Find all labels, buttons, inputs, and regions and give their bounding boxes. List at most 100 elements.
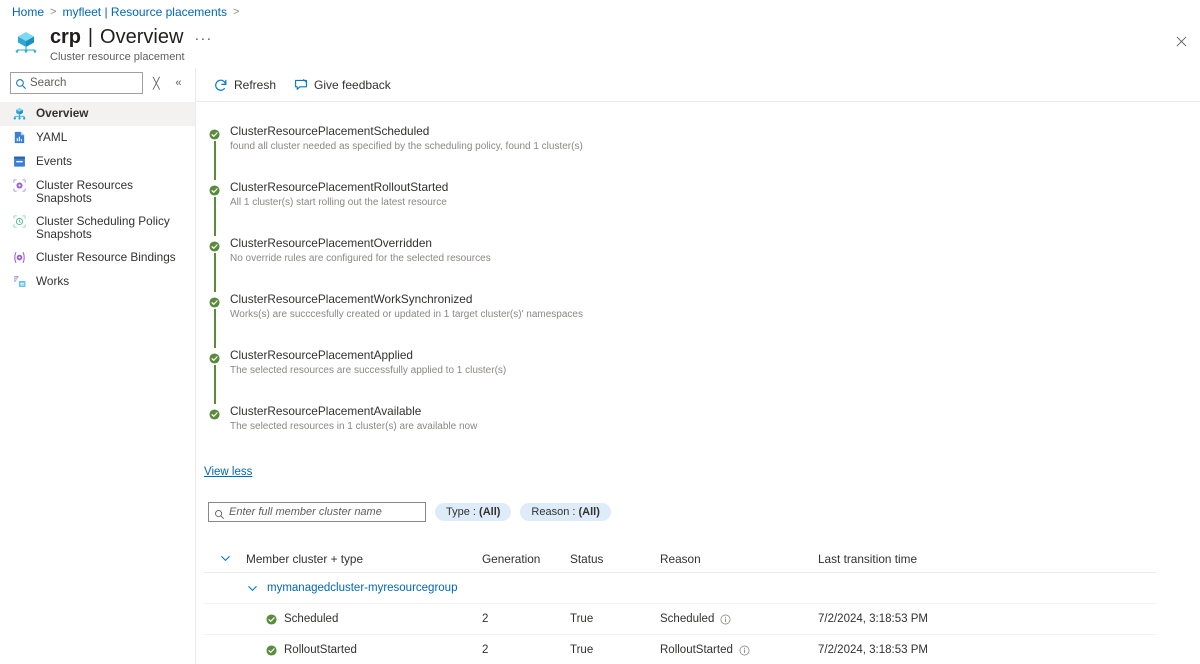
refresh-label: Refresh [234,78,276,92]
refresh-button[interactable]: Refresh [206,74,284,96]
breadcrumb-separator-icon-2: > [233,6,239,18]
page-title-block: crp | Overview ··· Cluster resource plac… [12,26,216,63]
view-less-link[interactable]: View less [204,466,252,478]
more-actions-button[interactable]: ··· [190,34,216,44]
filter-pill-type-label: Type : [446,506,479,518]
page-section-title: Overview [100,26,183,49]
collapse-panel-icon[interactable]: « [170,73,187,93]
timeline-body: ClusterResourcePlacementOverridden No ov… [230,236,491,292]
column-header-generation[interactable]: Generation [482,552,570,566]
refresh-icon [214,78,228,92]
cell-reason: RolloutStarted [660,644,818,656]
sidebar-item-works[interactable]: Works [0,270,195,294]
chevron-down-icon[interactable] [246,582,259,595]
column-header-reason[interactable]: Reason [660,552,818,566]
table-row[interactable]: RolloutStarted 2 True RolloutStarted [204,635,1156,664]
info-icon[interactable] [739,645,750,656]
sidebar-item-events[interactable]: Events [0,150,195,174]
yaml-icon [12,130,27,145]
timeline-description: No override rules are configured for the… [230,253,491,265]
sidebar-nav-list: Overview YAML [0,102,195,294]
timeline-item: ClusterResourcePlacementScheduled found … [204,124,1200,180]
timeline-item: ClusterResourcePlacementRolloutStarted A… [204,180,1200,236]
timeline-description: Works(s) are succcesfully created or upd… [230,309,583,321]
timeline-title: ClusterResourcePlacementAvailable [230,404,477,418]
timeline-connector [214,365,216,404]
condition-name-cell: RolloutStarted [246,644,482,656]
sidebar-item-label: Works [36,275,69,288]
timeline-gutter [204,124,230,180]
column-header-last-transition-time[interactable]: Last transition time [818,552,1068,566]
success-check-icon [209,239,220,250]
filter-pill-type[interactable]: Type : (All) [435,503,511,521]
column-header-member-cluster[interactable]: Member cluster + type [246,552,482,566]
condition-name: Scheduled [284,613,338,625]
timeline-title: ClusterResourcePlacementOverridden [230,236,491,250]
main-content: Refresh Give feedback [196,68,1200,664]
timeline-item: ClusterResourcePlacementApplied The sele… [204,348,1200,404]
sidebar-item-label: YAML [36,131,67,144]
command-bar: Refresh Give feedback [196,68,1200,102]
close-icon [1176,36,1187,47]
sidebar-item-cluster-resources-snapshots[interactable]: Cluster Resources Snapshots [0,174,195,210]
timeline-body: ClusterResourcePlacementScheduled found … [230,124,583,180]
timeline-connector [214,253,216,292]
title-divider: | [88,26,93,49]
timeline-description: All 1 cluster(s) start rolling out the l… [230,197,448,209]
success-check-icon [209,407,220,418]
success-check-icon [209,127,220,138]
timeline-title: ClusterResourcePlacementApplied [230,348,506,362]
table-row[interactable]: Scheduled 2 True Scheduled 7/2/2024 [204,604,1156,635]
expand-all-button[interactable] [204,552,246,565]
collapse-tree-icon[interactable]: ╳ [148,73,165,93]
give-feedback-button[interactable]: Give feedback [286,74,399,96]
sidebar-item-cluster-resource-bindings[interactable]: Cluster Resource Bindings [0,246,195,270]
success-check-icon [209,183,220,194]
search-input[interactable] [30,77,140,89]
events-icon [12,154,27,169]
timeline-gutter [204,348,230,404]
filter-pill-reason-label: Reason : [531,506,578,518]
timeline-title: ClusterResourcePlacementRolloutStarted [230,180,448,194]
filter-pill-type-value: (All) [479,506,500,518]
timeline-gutter [204,292,230,348]
condition-name-cell: Scheduled [246,613,482,625]
cell-status: True [570,613,660,625]
timeline-description: The selected resources are successfully … [230,365,506,377]
sidebar-item-label: Cluster Scheduling Policy Snapshots [36,215,187,241]
filter-pill-reason-value: (All) [579,506,600,518]
conditions-table: Member cluster + type Generation Status … [204,545,1156,664]
member-cluster-search-input[interactable] [229,506,414,518]
cell-status: True [570,644,660,656]
reason-text: RolloutStarted [660,644,733,656]
sidebar: ╳ « Overview [0,68,196,664]
sidebar-item-yaml[interactable]: YAML [0,126,195,150]
table-group-row[interactable]: mymanagedcluster-myresourcegroup [204,573,1156,604]
group-name-link[interactable]: mymanagedcluster-myresourcegroup [267,582,457,594]
sidebar-item-label: Cluster Resources Snapshots [36,179,187,205]
timeline-item: ClusterResourcePlacementAvailable The se… [204,404,1200,460]
timeline-description: found all cluster needed as specified by… [230,141,583,153]
search-icon [214,507,225,518]
feedback-icon [294,78,308,92]
success-check-icon [266,645,277,656]
sidebar-item-overview[interactable]: Overview [0,102,195,126]
sidebar-item-label: Overview [36,107,88,120]
close-blade-button[interactable] [1168,28,1194,54]
sidebar-item-cluster-scheduling-policy-snapshots[interactable]: Cluster Scheduling Policy Snapshots [0,210,195,246]
success-check-icon [209,351,220,362]
timeline-title: ClusterResourcePlacementWorkSynchronized [230,292,583,306]
column-header-status[interactable]: Status [570,552,660,566]
member-cluster-search-wrapper[interactable] [208,502,426,522]
breadcrumb-item-myfleet[interactable]: myfleet | Resource placements [62,5,227,19]
sidebar-search-row: ╳ « [0,68,195,94]
breadcrumb-item-home[interactable]: Home [12,5,44,19]
azure-portal-blade: Home > myfleet | Resource placements > c… [0,0,1200,664]
info-icon[interactable] [720,614,731,625]
cell-last-transition-time: 7/2/2024, 3:18:53 PM [818,644,1068,656]
filter-pill-reason[interactable]: Reason : (All) [520,503,610,521]
status-timeline: ClusterResourcePlacementScheduled found … [196,102,1200,460]
search-input-wrapper[interactable] [10,72,143,94]
timeline-gutter [204,180,230,236]
reason-text: Scheduled [660,613,714,625]
